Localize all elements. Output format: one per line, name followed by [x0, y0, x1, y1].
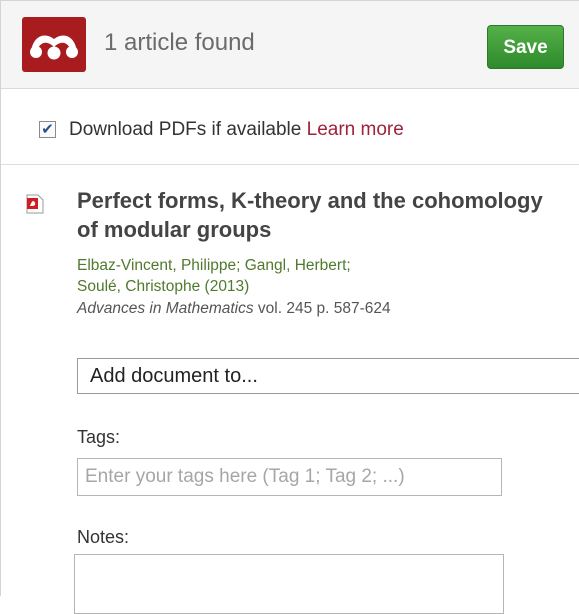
- download-pdfs-label: Download PDFs if available Learn more: [69, 119, 404, 141]
- import-panel: 1 article found Save ✔ Download PDFs if …: [0, 0, 579, 614]
- authors-line-1: Elbaz-Vincent, Philippe; Gangl, Herbert;: [77, 257, 351, 274]
- tags-input[interactable]: [77, 458, 502, 496]
- author-name: Soulé, Christophe: [77, 278, 201, 295]
- checkmark-icon: ✔: [41, 121, 54, 138]
- article-title[interactable]: Perfect forms, K-theory and the cohomolo…: [77, 186, 547, 244]
- tags-label: Tags:: [77, 427, 121, 447]
- publication-year: (2013): [204, 278, 250, 295]
- download-pdfs-text: Download PDFs if available: [69, 119, 302, 140]
- download-pdfs-option: ✔ Download PDFs if available Learn more: [1, 89, 579, 165]
- article-authors: Elbaz-Vincent, Philippe; Gangl, Herbert;…: [77, 255, 517, 297]
- results-count: 1 article found: [104, 29, 255, 56]
- volume-pages: vol. 245 p. 587-624: [257, 300, 391, 317]
- learn-more-link[interactable]: Learn more: [307, 119, 404, 140]
- authors-line-2: Soulé, Christophe (2013): [77, 276, 517, 297]
- add-document-to-select[interactable]: Add document to...: [77, 358, 579, 394]
- download-pdfs-checkbox[interactable]: ✔: [39, 121, 56, 138]
- journal-name: Advances in Mathematics: [77, 300, 254, 317]
- pdf-icon: [26, 194, 44, 214]
- header-bar: 1 article found Save: [1, 1, 579, 89]
- notes-label: Notes:: [77, 527, 130, 547]
- save-button[interactable]: Save: [487, 25, 564, 69]
- mendeley-logo-icon: [22, 17, 86, 72]
- notes-textarea[interactable]: [74, 554, 504, 614]
- article-journal: Advances in Mathematics vol. 245 p. 587-…: [77, 300, 391, 318]
